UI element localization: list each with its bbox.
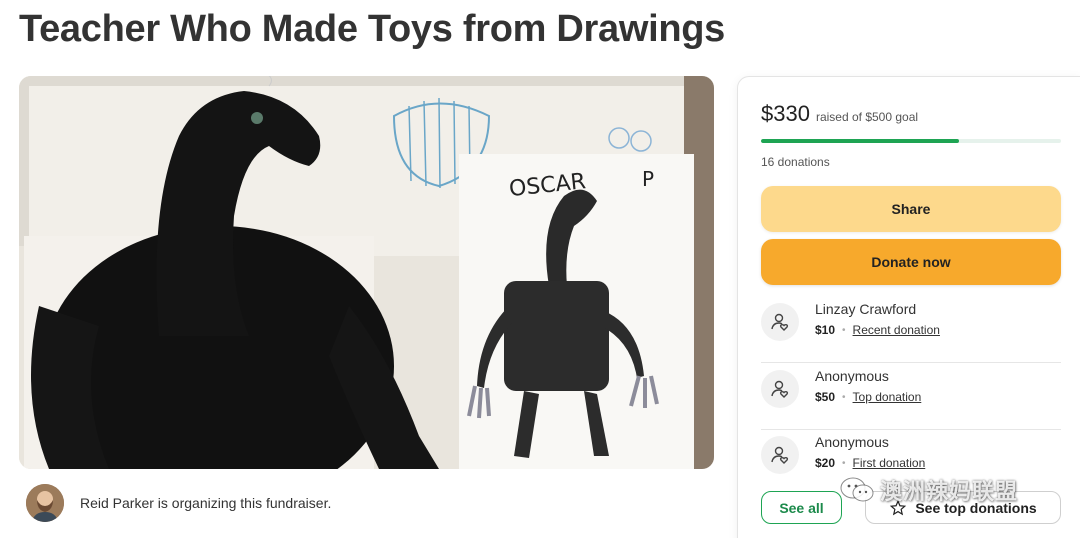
raised-goal: raised of $500 goal bbox=[815, 110, 919, 124]
donor-name: Linzay Crawford bbox=[815, 301, 917, 317]
see-all-button[interactable]: See all bbox=[761, 491, 842, 524]
progress-bar bbox=[761, 139, 1061, 143]
donor-heart-icon bbox=[761, 370, 799, 408]
donate-now-button[interactable]: Donate now bbox=[761, 239, 1061, 285]
page-title: Teacher Who Made Toys from Drawings bbox=[19, 8, 725, 50]
donor-meta: $10 • Recent donation bbox=[815, 323, 940, 337]
donor-name: Anonymous bbox=[815, 434, 889, 450]
watermark: 澳洲辣妈联盟 bbox=[840, 474, 1018, 506]
donation-count: 16 donations bbox=[761, 155, 830, 169]
separator-dot: • bbox=[842, 391, 846, 403]
hero-image: OSCAR P bbox=[19, 76, 714, 469]
organizer-text: Reid Parker is organizing this fundraise… bbox=[80, 495, 332, 511]
donor-amount: $20 bbox=[815, 456, 836, 470]
donor-meta: $20 • First donation bbox=[815, 456, 925, 470]
donor-heart-icon bbox=[761, 303, 799, 341]
drawing-letter: P bbox=[642, 167, 654, 191]
share-button[interactable]: Share bbox=[761, 186, 1061, 232]
donor-tag-link[interactable]: Top donation bbox=[853, 390, 922, 404]
donor-name: Anonymous bbox=[815, 368, 889, 384]
donor-meta: $50 • Top donation bbox=[815, 390, 921, 404]
donor-heart-icon bbox=[761, 436, 799, 474]
organizer-avatar[interactable] bbox=[26, 484, 64, 522]
progress-fill bbox=[761, 139, 959, 143]
organizer-row: Reid Parker is organizing this fundraise… bbox=[26, 484, 331, 522]
donation-card: $330 raised of $500 goal 16 donations Sh… bbox=[737, 76, 1080, 538]
raised-summary: $330 raised of $500 goal bbox=[761, 101, 918, 127]
plush-and-drawing-photo: OSCAR P bbox=[19, 76, 714, 469]
donor-row: Anonymous $50 • Top donation bbox=[761, 364, 1061, 430]
wechat-icon bbox=[840, 477, 874, 502]
raised-amount: $330 bbox=[761, 101, 810, 126]
donor-amount: $10 bbox=[815, 323, 836, 337]
watermark-text: 澳洲辣妈联盟 bbox=[880, 479, 1019, 504]
separator-dot: • bbox=[842, 457, 846, 469]
donor-amount: $50 bbox=[815, 390, 836, 404]
donor-row: Linzay Crawford $10 • Recent donation bbox=[761, 297, 1061, 363]
donor-tag-link[interactable]: First donation bbox=[853, 456, 926, 470]
donor-tag-link[interactable]: Recent donation bbox=[853, 323, 940, 337]
separator-dot: • bbox=[842, 324, 846, 336]
